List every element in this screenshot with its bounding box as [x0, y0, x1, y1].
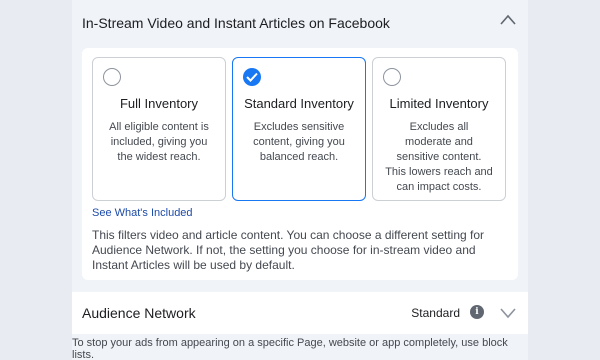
option-title: Limited Inventory: [389, 96, 489, 111]
see-whats-included-link[interactable]: See What's Included: [92, 207, 193, 219]
option-standard-inventory[interactable]: Standard Inventory Excludes sensitive co…: [232, 57, 366, 201]
info-icon[interactable]: i: [470, 305, 484, 319]
radio-button-checked[interactable]: [243, 68, 261, 86]
option-description: Excludes sensitive content, giving you b…: [253, 121, 345, 163]
help-text: This filters video and article content. …: [92, 228, 485, 272]
chevron-down-icon[interactable]: [500, 307, 516, 319]
option-title: Standard Inventory: [244, 96, 354, 111]
radio-button[interactable]: [103, 68, 121, 86]
checkmark-icon: [246, 72, 258, 82]
audience-network-label: Audience Network: [82, 305, 196, 321]
block-list-note: To stop your ads from appearing on a spe…: [72, 337, 508, 360]
audience-network-value: Standard: [411, 306, 460, 320]
section-title: In-Stream Video and Instant Articles on …: [82, 15, 390, 31]
option-description: All eligible content is included, giving…: [109, 121, 209, 163]
chevron-up-icon[interactable]: [500, 14, 516, 26]
option-title: Full Inventory: [119, 96, 199, 111]
option-full-inventory[interactable]: Full Inventory All eligible content is i…: [92, 57, 226, 201]
radio-button[interactable]: [383, 68, 401, 86]
option-limited-inventory[interactable]: Limited Inventory Excludes all moderate …: [372, 57, 506, 201]
section-header[interactable]: In-Stream Video and Instant Articles on …: [72, 0, 528, 46]
audience-network-row[interactable]: Audience Network Standard i: [72, 292, 528, 334]
option-description: Excludes all moderate and sensitive cont…: [385, 121, 493, 193]
